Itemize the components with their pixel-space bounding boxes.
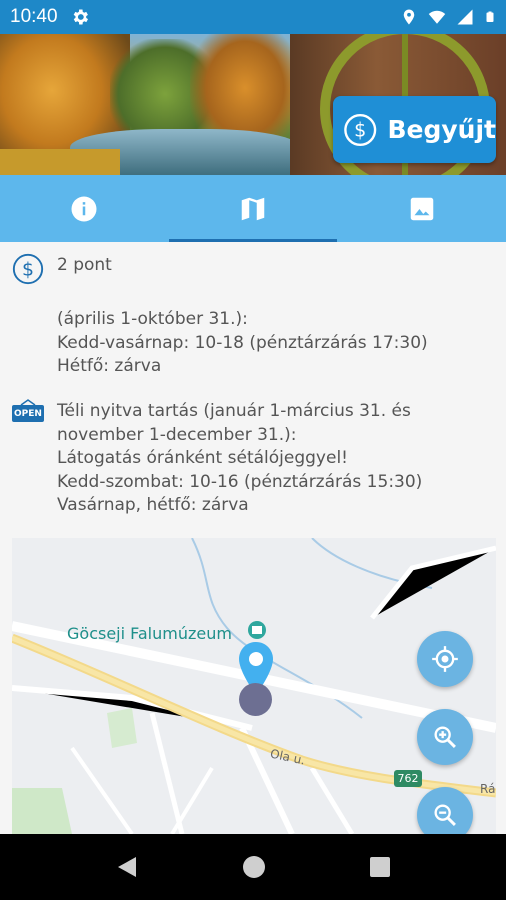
signal-icon — [457, 9, 473, 25]
winter-hours-text: Téli nyitva tartás (január 1-március 31.… — [57, 401, 423, 515]
info-icon — [71, 196, 97, 221]
zoom-out-icon — [434, 804, 456, 826]
status-time: 10:40 — [10, 6, 58, 27]
back-icon[interactable] — [116, 856, 138, 878]
image-icon — [410, 197, 433, 220]
coin-icon: $ — [12, 253, 44, 285]
open-sign-icon: OPEN — [11, 399, 45, 423]
my-location-button[interactable] — [417, 631, 473, 687]
coin-icon: $ — [344, 113, 377, 146]
recent-apps-icon[interactable] — [370, 857, 390, 877]
tab-gallery[interactable] — [337, 175, 506, 242]
points-text: 2 pont — [57, 255, 112, 275]
home-icon[interactable] — [243, 856, 265, 878]
system-nav-bar — [0, 834, 506, 900]
crosshair-icon — [432, 646, 458, 672]
collect-button[interactable]: $ Begyűjt — [333, 96, 496, 163]
current-position-icon — [239, 683, 272, 716]
svg-text:$: $ — [22, 259, 34, 281]
tab-map[interactable] — [168, 175, 338, 242]
road-number-badge: 762 — [394, 770, 422, 787]
collect-button-label: Begyűjt — [387, 115, 496, 144]
map-view[interactable]: Göcseji Falumúzeum Ola u. Rák 762 — [12, 538, 496, 834]
zoom-out-button[interactable] — [417, 787, 473, 834]
street-label-2: Rák — [480, 782, 496, 796]
summer-hours-text: (április 1-október 31.): Kedd-vasárnap: … — [57, 309, 428, 376]
open-sign-label: OPEN — [14, 409, 42, 419]
tab-bar — [0, 175, 506, 242]
location-icon — [403, 9, 415, 25]
poi-label: Göcseji Falumúzeum — [67, 624, 232, 643]
svg-text:$: $ — [354, 118, 366, 141]
battery-icon — [486, 11, 494, 22]
zoom-in-button[interactable] — [417, 709, 473, 765]
status-bar: 10:40 — [0, 0, 506, 34]
tab-info[interactable] — [0, 175, 169, 242]
gear-icon — [73, 9, 88, 25]
zoom-in-icon — [434, 726, 456, 748]
wifi-icon — [428, 10, 446, 24]
map-icon — [241, 197, 265, 220]
